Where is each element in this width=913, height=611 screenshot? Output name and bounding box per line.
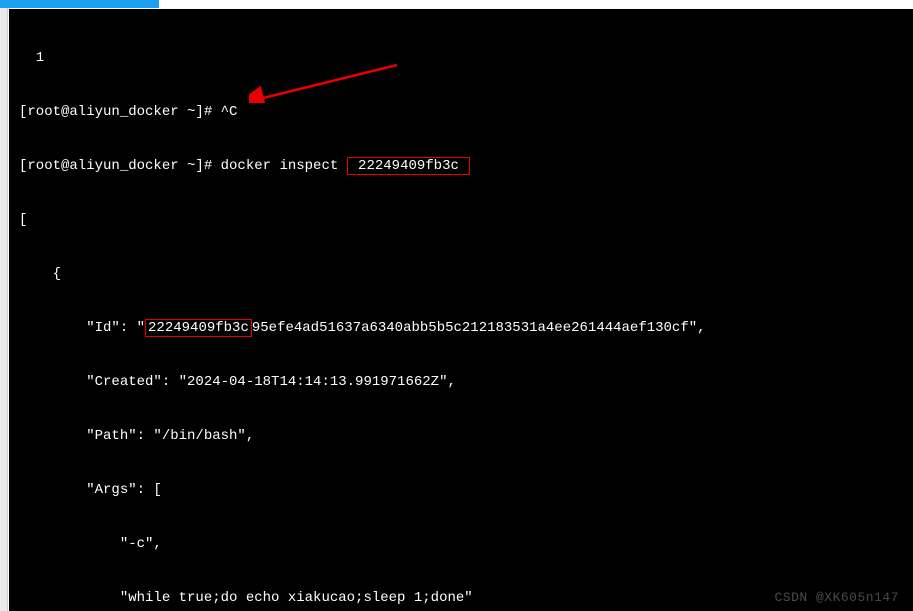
json-args-open: "Args": [ — [19, 481, 913, 499]
json-created: "Created": "2024-04-18T14:14:13.99197166… — [19, 373, 913, 391]
id-rest: 95efe4ad51637a6340abb5b5c212183531a4ee26… — [252, 320, 706, 336]
json-id-line: "Id": "22249409fb3c95efe4ad51637a6340abb… — [19, 319, 913, 337]
json-path: "Path": "/bin/bash", — [19, 427, 913, 445]
json-open-bracket: [ — [19, 211, 913, 229]
line-number: 1 — [19, 49, 913, 67]
json-args-cmd: "while true;do echo xiakucao;sleep 1;don… — [19, 589, 913, 607]
prompt-line-2: [root@aliyun_docker ~]# docker inspect 2… — [19, 157, 913, 175]
id-prefix-highlight: 22249409fb3c — [145, 319, 252, 337]
id-label: "Id": " — [19, 320, 145, 336]
json-open-brace: { — [19, 265, 913, 283]
terminal-viewport[interactable]: 1 [root@aliyun_docker ~]# ^C [root@aliyu… — [9, 9, 913, 611]
prompt-line-1: [root@aliyun_docker ~]# ^C — [19, 103, 913, 121]
window-frame: 1 [root@aliyun_docker ~]# ^C [root@aliyu… — [0, 0, 913, 611]
prompt-prefix: [root@aliyun_docker ~]# docker inspect — [19, 158, 347, 174]
titlebar-fragment — [0, 0, 159, 8]
left-gutter — [0, 8, 8, 611]
container-id-highlight: 22249409fb3c — [347, 157, 471, 175]
json-args-c: "-c", — [19, 535, 913, 553]
